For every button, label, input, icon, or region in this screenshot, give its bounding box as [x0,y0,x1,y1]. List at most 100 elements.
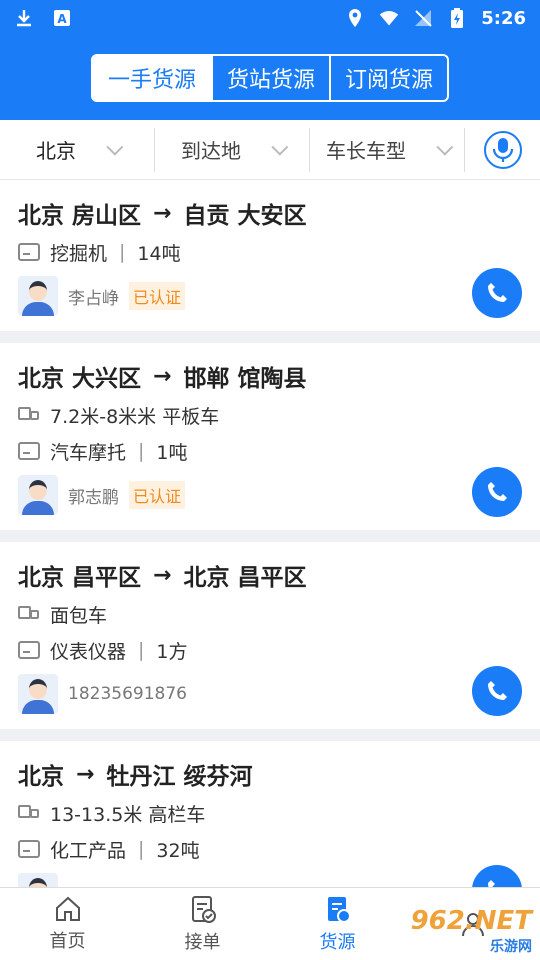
home-icon [55,896,80,921]
nav-cargo-source-label: 货源 [319,932,356,953]
shipper: 18235691876 [18,674,522,714]
route-destination: 邯郸 馆陶县 [183,366,307,392]
origin-filter-label: 北京 [36,139,76,163]
cargo-amount: 14吨 [137,242,181,265]
cargo-row: 化工产品 | 32吨 [18,835,522,863]
destination-filter-label: 到达地 [181,139,241,163]
cargo-name: 仪表仪器 [50,640,127,663]
location-icon [345,8,365,28]
chevron-down-icon [271,138,289,156]
nav-home-label: 首页 [49,931,86,952]
verified-badge: 已认证 [129,282,186,310]
truck-row: 7.2米-8米米 平板车 [18,401,522,429]
shipper-phone: 18235691876 [68,684,187,704]
watermark-main: 962.NET [410,906,532,936]
watermark-sub: 乐游网 [490,939,532,955]
phone-icon [488,482,507,501]
chevron-down-icon [106,138,124,156]
cargo-amount: 32吨 [156,839,200,862]
call-button[interactable] [472,467,522,517]
nav-cargo-source[interactable]: 货源 [270,888,405,960]
voice-search-area [465,130,540,169]
cargo-card[interactable]: 北京 昌平区 → 北京 昌平区 面包车 仪表仪器 | 1方 18235691876 [0,542,540,729]
avatar [18,475,58,515]
nav-orders[interactable]: 接单 [135,888,270,960]
svg-text:A: A [57,12,67,26]
truck-icon [18,406,40,424]
route-destination: 牡丹江 绥芬河 [106,764,253,790]
download-icon [14,8,34,28]
cargo-row: 挖掘机 | 14吨 [18,238,522,266]
nav-home[interactable]: 首页 [0,888,135,960]
route: 北京 房山区 → 自贡 大安区 [18,196,522,230]
route: 北京 → 牡丹江 绥芬河 [18,757,522,791]
cargo-card[interactable]: 北京 房山区 → 自贡 大安区 挖掘机 | 14吨 李占峥 已认证 [0,180,540,331]
origin-filter[interactable]: 北京 [0,127,155,172]
route-origin: 北京 房山区 [18,203,142,229]
chevron-down-icon [436,138,454,156]
call-button[interactable] [472,268,522,318]
status-bar: A 5:26 [0,0,540,36]
route-arrow: → [153,363,172,389]
tab-first-hand-source[interactable]: 一手货源 [93,56,211,100]
status-time: 5:26 [481,7,526,29]
shipper-name: 郭志鹏 [68,487,119,508]
cargo-name: 化工产品 [50,839,127,862]
truck-row: 13-13.5米 高栏车 [18,799,522,827]
verified-badge: 已认证 [129,481,186,509]
cargo-name: 挖掘机 [50,242,108,265]
route-origin: 北京 大兴区 [18,366,142,392]
cargo-list: 北京 房山区 → 自贡 大安区 挖掘机 | 14吨 李占峥 已认证 北京 大兴区 →… [0,180,540,940]
tab-station-source[interactable]: 货站货源 [211,56,329,100]
cargo-icon [18,641,40,659]
phone-icon [488,681,507,700]
destination-filter[interactable]: 到达地 [155,127,310,172]
watermark-logo: 962.NET 乐游网 [411,906,532,956]
route-arrow: → [76,761,95,787]
call-button[interactable] [472,666,522,716]
truck-icon [18,605,40,623]
shipper-name: 李占峥 [68,288,119,309]
truck-row: 面包车 [18,600,522,628]
route-destination: 北京 昌平区 [183,565,307,591]
cargo-icon [18,442,40,460]
nav-orders-label: 接单 [184,932,221,953]
cargo-name: 汽车摩托 [50,441,127,464]
cargo-source-icon [327,897,351,923]
shipper: 李占峥 已认证 [18,276,522,316]
route-origin: 北京 [18,764,64,790]
truck-icon [18,804,40,822]
shipper: 郭志鹏 已认证 [18,475,522,515]
filter-bar: 北京 到达地 车长车型 [0,120,540,180]
route-origin: 北京 昌平区 [18,565,142,591]
truck-spec: 面包车 [50,604,108,627]
source-tabs: 一手货源 货站货源 订阅货源 [91,54,449,102]
route-arrow: → [153,200,172,226]
cargo-icon [18,243,40,261]
cargo-icon [18,840,40,858]
avatar [18,276,58,316]
route: 北京 昌平区 → 北京 昌平区 [18,558,522,592]
app-notification-icon: A [52,8,72,28]
cargo-amount: 1方 [156,640,188,663]
vehicle-filter[interactable]: 车长车型 [310,127,465,172]
order-clipboard-icon [191,896,216,923]
tab-subscribed-source[interactable]: 订阅货源 [329,56,447,100]
no-signal-icon [413,8,433,28]
microphone-icon[interactable] [483,130,522,169]
battery-charging-icon [447,8,467,28]
route-arrow: → [153,562,172,588]
cargo-row: 仪表仪器 | 1方 [18,636,522,664]
cargo-row: 汽车摩托 | 1吨 [18,437,522,465]
wifi-icon [379,8,399,28]
truck-spec: 7.2米-8米米 平板车 [50,405,220,428]
cargo-amount: 1吨 [156,441,188,464]
header: 一手货源 货站货源 订阅货源 [0,36,540,120]
route-destination: 自贡 大安区 [183,203,307,229]
cargo-card[interactable]: 北京 大兴区 → 邯郸 馆陶县 7.2米-8米米 平板车 汽车摩托 | 1吨 郭志鹏… [0,343,540,530]
avatar [18,674,58,714]
route: 北京 大兴区 → 邯郸 馆陶县 [18,359,522,393]
vehicle-filter-label: 车长车型 [326,139,406,163]
truck-spec: 13-13.5米 高栏车 [50,803,206,826]
phone-icon [488,283,507,302]
